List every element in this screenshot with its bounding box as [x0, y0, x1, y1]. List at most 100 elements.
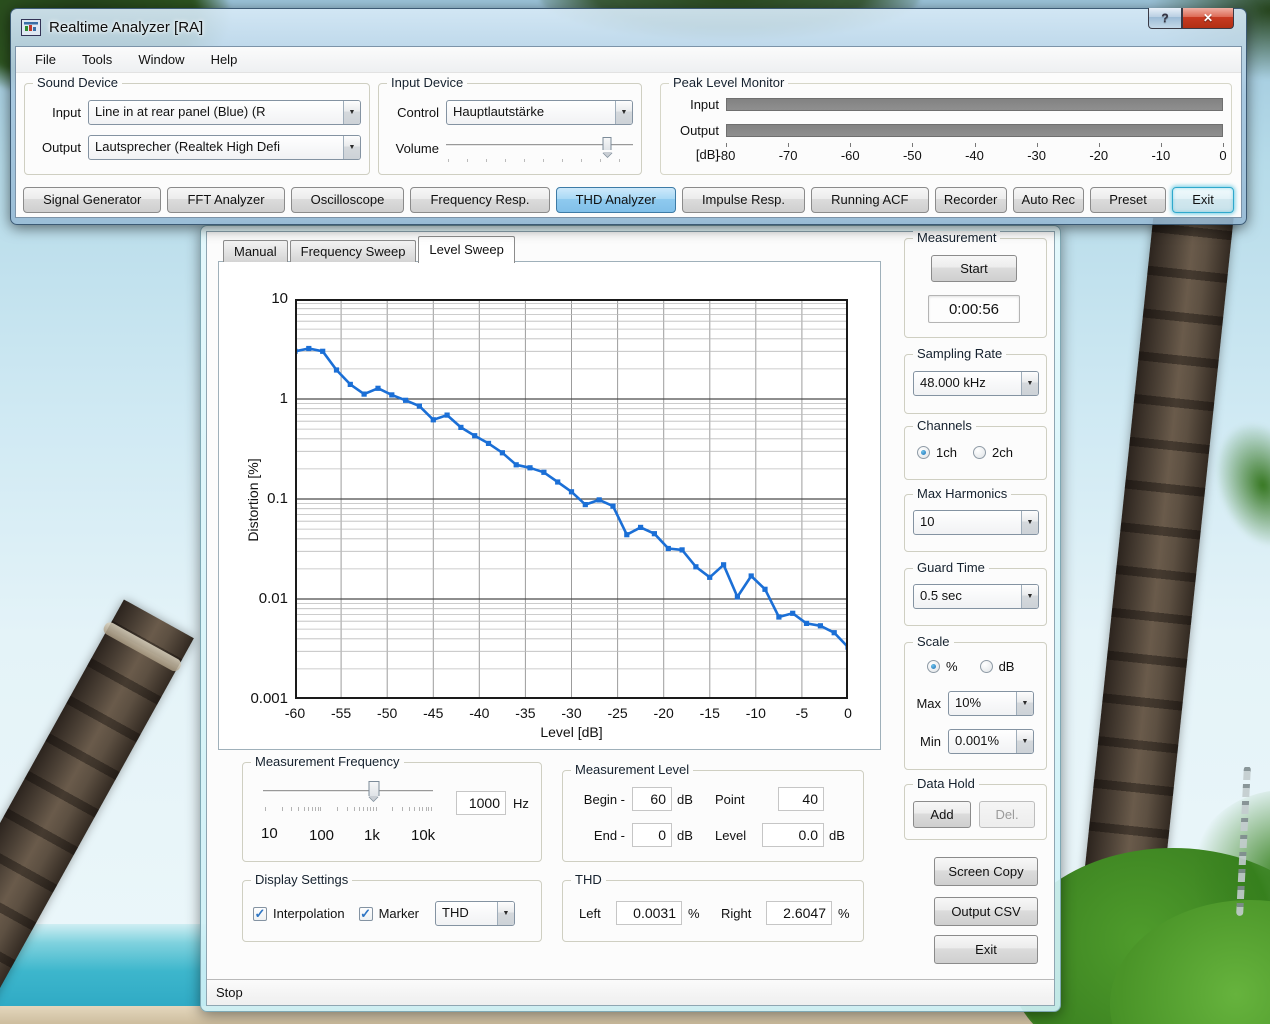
scale-min-select[interactable]: 0.001% ▼	[948, 729, 1034, 754]
tab-frequency-sweep[interactable]: Frequency Sweep	[289, 240, 417, 262]
toolbar-exit[interactable]: Exit	[1172, 186, 1235, 213]
chevron-down-icon: ▼	[1021, 372, 1038, 395]
end-field[interactable]: 0	[632, 823, 672, 847]
peak-db-tick: -20	[1089, 148, 1109, 163]
max-harmonics-select[interactable]: 10 ▼	[913, 510, 1039, 535]
toolbar-preset[interactable]: Preset	[1090, 186, 1167, 213]
sampling-rate-select[interactable]: 48.000 kHz ▼	[913, 371, 1039, 396]
input-device-title: Input Device	[387, 76, 468, 90]
sound-device-title: Sound Device	[33, 76, 122, 90]
toolbar-thd-analyzer[interactable]: THD Analyzer	[555, 186, 676, 213]
volume-slider[interactable]	[446, 137, 633, 162]
volume-slider-thumb[interactable]	[602, 137, 612, 150]
measurement-level-title: Measurement Level	[571, 763, 694, 777]
control-select[interactable]: Hauptlautstärke ▼	[446, 100, 633, 125]
toolbar-running-acf[interactable]: Running ACF	[811, 186, 929, 213]
thd-analyzer-window: Manual Frequency Sweep Level Sweep Disto…	[200, 225, 1061, 1012]
sound-output-select[interactable]: Lautsprecher (Realtek High Defi ▼	[88, 135, 361, 160]
chart-x-tick: -25	[607, 705, 628, 721]
status-bar: Stop	[207, 979, 1054, 1005]
toolbar-frequency-resp[interactable]: Frequency Resp.	[410, 186, 550, 213]
scale-db-radio[interactable]	[979, 660, 993, 673]
chevron-down-icon: ▼	[1021, 585, 1038, 608]
help-button[interactable]: ?	[1148, 8, 1182, 29]
channels-2ch-radio[interactable]	[972, 446, 986, 459]
thd-level-sweep-plot	[295, 299, 848, 699]
thd-readout-group: THD Left 0.0031 % Right 2.6047 %	[562, 873, 864, 942]
scale-min-label: Min	[920, 734, 941, 749]
scale-db-label: dB	[998, 659, 1015, 674]
frequency-value-field[interactable]: 1000	[456, 791, 506, 815]
peak-level-monitor-group: Peak Level Monitor Input Output [dB] -80…	[660, 76, 1232, 175]
chart-x-tick: -20	[653, 705, 674, 721]
level-field[interactable]: 0.0	[762, 823, 824, 847]
scale-percent-radio[interactable]	[927, 660, 940, 673]
chart-x-tick: -30	[561, 705, 582, 721]
title-bar[interactable]: Realtime Analyzer [RA] ? ✕	[11, 8, 1246, 46]
data-hold-group: Data Hold Add Del.	[904, 777, 1047, 840]
thd-right-unit: %	[838, 905, 850, 921]
volume-label: Volume	[395, 140, 439, 156]
scale-title: Scale	[913, 635, 954, 649]
point-field[interactable]: 40	[778, 787, 824, 811]
peak-db-tick: -40	[965, 148, 984, 163]
channels-1ch-radio[interactable]	[917, 446, 930, 459]
peak-output-label: Output	[679, 123, 719, 138]
freq-tick-100: 100	[309, 827, 335, 844]
frequency-slider-thumb[interactable]	[368, 781, 379, 796]
chart-x-tick: -35	[515, 705, 536, 721]
toolbar-impulse-resp[interactable]: Impulse Resp.	[681, 186, 806, 213]
toolbar-auto-rec[interactable]: Auto Rec	[1012, 186, 1085, 213]
chart-x-tick: -60	[284, 705, 306, 721]
begin-field[interactable]: 60	[632, 787, 672, 811]
display-settings-group: Display Settings ✓ Interpolation ✓ Marke…	[242, 873, 542, 942]
display-mode-select[interactable]: THD ▼	[435, 901, 516, 926]
toolbar-recorder[interactable]: Recorder	[934, 186, 1007, 213]
toolbar-oscilloscope[interactable]: Oscilloscope	[290, 186, 405, 213]
guard-time-select[interactable]: 0.5 sec ▼	[913, 584, 1039, 609]
start-button[interactable]: Start	[931, 255, 1017, 282]
level-unit: dB	[829, 827, 845, 843]
chart-x-tick: -55	[330, 705, 352, 721]
chart-x-tick: 0	[844, 705, 852, 721]
measurement-group: Measurement Start 0:00:56	[904, 231, 1047, 338]
peak-output-meter	[726, 124, 1223, 137]
thd-right-field: 2.6047	[766, 901, 832, 925]
close-button[interactable]: ✕	[1182, 8, 1234, 29]
toolbar-fft-analyzer[interactable]: FFT Analyzer	[167, 186, 285, 213]
output-csv-button[interactable]: Output CSV	[934, 897, 1038, 926]
data-hold-add-button[interactable]: Add	[913, 801, 971, 828]
scale-max-select[interactable]: 10% ▼	[948, 691, 1034, 716]
data-hold-del-button[interactable]: Del.	[979, 801, 1035, 828]
max-harmonics-title: Max Harmonics	[913, 487, 1012, 501]
marker-checkbox[interactable]: ✓	[358, 906, 373, 921]
scale-group: Scale % dB Max 10% ▼ Min 0.001% ▼	[904, 635, 1047, 770]
toolbar-signal-generator[interactable]: Signal Generator	[23, 186, 162, 213]
chart-x-tick: -10	[745, 705, 766, 721]
peak-db-tick: -30	[1027, 148, 1047, 163]
tab-manual[interactable]: Manual	[223, 240, 288, 262]
menu-tools[interactable]: Tools	[69, 48, 125, 71]
thd-exit-button[interactable]: Exit	[934, 935, 1038, 964]
chevron-down-icon: ▼	[615, 101, 632, 124]
app-icon	[21, 19, 41, 36]
sampling-rate-title: Sampling Rate	[913, 347, 1007, 361]
thd-chart-panel: Distortion [%] 10 1 0.1 0.01 0.001 -60 -55 -50…	[218, 261, 881, 750]
peak-input-meter	[726, 98, 1223, 111]
thd-left-field: 0.0031	[616, 901, 682, 925]
menu-help[interactable]: Help	[198, 48, 251, 71]
frequency-slider[interactable]	[263, 781, 433, 811]
menu-window[interactable]: Window	[125, 48, 197, 71]
measurement-group-title: Measurement	[913, 231, 1001, 245]
tab-level-sweep[interactable]: Level Sweep	[418, 236, 515, 263]
screen-copy-button[interactable]: Screen Copy	[934, 857, 1038, 886]
display-settings-title: Display Settings	[251, 873, 353, 887]
peak-meter-scale: -80 -70 -60 -50 -40 -30 -20 -10 0	[717, 143, 1227, 163]
guard-time-title: Guard Time	[913, 561, 989, 575]
interpolation-checkbox[interactable]: ✓	[253, 906, 267, 921]
interpolation-label: Interpolation	[273, 906, 345, 921]
menu-file[interactable]: File	[22, 48, 69, 71]
sound-input-select[interactable]: Line in at rear panel (Blue) (R ▼	[88, 100, 361, 125]
guard-time-group: Guard Time 0.5 sec ▼	[904, 561, 1047, 626]
point-label: Point	[715, 791, 745, 807]
